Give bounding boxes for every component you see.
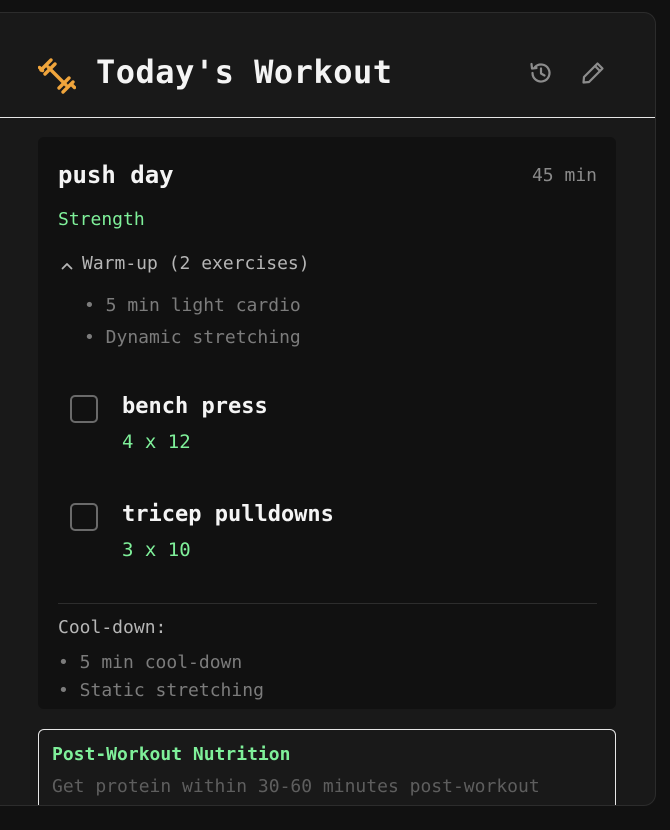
warmup-label: Warm-up (2 exercises)	[82, 253, 310, 274]
warmup-item: • Dynamic stretching	[84, 327, 301, 348]
exercise-name: bench press	[122, 394, 268, 419]
dumbbell-icon	[37, 57, 77, 95]
card-header: Today's Workout	[0, 13, 655, 118]
warmup-list: • 5 min light cardio • Dynamic stretchin…	[84, 290, 301, 354]
nutrition-title: Post-Workout Nutrition	[52, 744, 291, 765]
exercise-checkbox[interactable]	[70, 503, 98, 531]
cooldown-label: Cool-down:	[58, 617, 167, 638]
exercise-name: tricep pulldowns	[122, 502, 334, 527]
workout-duration: 45 min	[531, 165, 597, 186]
history-icon	[528, 60, 554, 90]
exercise-sets: 3 x 10	[122, 539, 191, 561]
warmup-toggle[interactable]: Warm-up (2 exercises)	[60, 253, 310, 274]
workout-panel: push day 45 min Strength Warm-up (2 exer…	[38, 137, 616, 709]
divider	[58, 603, 597, 604]
page-title: Today's Workout	[96, 53, 393, 91]
edit-button[interactable]	[578, 60, 608, 90]
exercise-sets: 4 x 12	[122, 431, 191, 453]
chevron-up-icon	[60, 257, 74, 271]
exercise-checkbox[interactable]	[70, 395, 98, 423]
nutrition-card: Post-Workout Nutrition Get protein withi…	[38, 729, 616, 805]
warmup-item: • 5 min light cardio	[84, 295, 301, 316]
workout-type: Strength	[58, 209, 145, 230]
exercise-item: tricep pulldowns 3 x 10	[70, 497, 590, 569]
workout-name: push day	[58, 161, 174, 189]
cooldown-item: • Static stretching	[58, 680, 264, 701]
cooldown-item: • 5 min cool-down	[58, 652, 243, 673]
exercise-item: bench press 4 x 12	[70, 389, 590, 461]
workout-card: Today's Workout push day 45 min Strength…	[0, 12, 656, 806]
history-button[interactable]	[526, 60, 556, 90]
nutrition-text: Get protein within 30-60 minutes post-wo…	[52, 776, 540, 797]
pencil-icon	[580, 60, 606, 90]
cooldown-list: • 5 min cool-down • Static stretching	[58, 649, 264, 705]
